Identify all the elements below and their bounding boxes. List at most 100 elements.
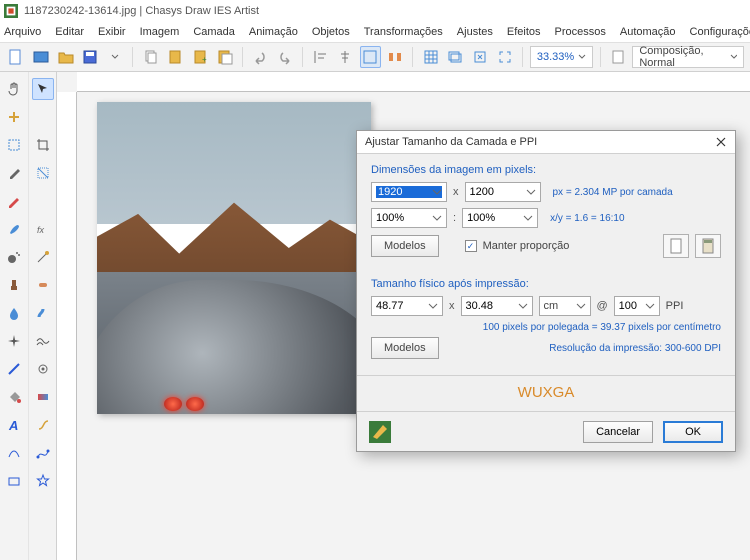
text-icon[interactable]: A	[3, 414, 25, 436]
menu-arquivo[interactable]: Arquivo	[4, 26, 41, 38]
gradient-icon[interactable]	[32, 386, 54, 408]
menu-exibir[interactable]: Exibir	[98, 26, 126, 38]
shape-icon[interactable]	[3, 470, 25, 492]
svg-text:+: +	[202, 55, 207, 64]
heal-icon[interactable]	[32, 274, 54, 296]
paste-layer-icon[interactable]	[214, 46, 235, 68]
wave-icon[interactable]	[32, 330, 54, 352]
keep-proportion-label: Manter proporção	[483, 240, 570, 252]
svg-text:fx: fx	[37, 225, 45, 235]
tool-palette: A fx	[0, 72, 57, 560]
copy-icon[interactable]	[140, 46, 161, 68]
star-icon[interactable]	[32, 470, 54, 492]
paste-new-icon[interactable]: +	[190, 46, 211, 68]
height-px-field[interactable]	[465, 182, 541, 202]
unit-field[interactable]: cm	[539, 296, 591, 316]
fullscreen-icon[interactable]	[494, 46, 515, 68]
smudge-icon[interactable]	[32, 302, 54, 324]
blend-mode-combo[interactable]: Composição, Normal	[632, 46, 744, 68]
cancel-button[interactable]: Cancelar	[583, 421, 653, 443]
ruler-horizontal	[77, 72, 750, 92]
scale-height-field[interactable]	[462, 208, 538, 228]
align-center-icon[interactable]	[335, 46, 356, 68]
undo-icon[interactable]	[250, 46, 271, 68]
menu-animacao[interactable]: Animação	[249, 26, 298, 38]
add-tool-icon[interactable]	[3, 106, 25, 128]
path-icon[interactable]	[3, 442, 25, 464]
lasso-icon[interactable]	[32, 162, 54, 184]
hand-tool-icon[interactable]	[3, 78, 25, 100]
ok-button[interactable]: OK	[663, 421, 723, 443]
menu-processos[interactable]: Processos	[555, 26, 606, 38]
menu-transformacoes[interactable]: Transformações	[364, 26, 443, 38]
layers-icon[interactable]	[445, 46, 466, 68]
dialog-titlebar[interactable]: Ajustar Tamanho da Camada e PPI	[357, 131, 735, 154]
menu-objetos[interactable]: Objetos	[312, 26, 350, 38]
phys-height-field[interactable]	[461, 296, 533, 316]
window-titlebar: 1187230242-13614.jpg | Chasys Draw IES A…	[0, 0, 750, 22]
stamp-icon[interactable]	[3, 274, 25, 296]
menu-imagem[interactable]: Imagem	[140, 26, 180, 38]
fx-icon[interactable]: fx	[32, 218, 54, 240]
pencil-icon[interactable]	[3, 190, 25, 212]
close-icon[interactable]	[715, 136, 727, 148]
menu-camada[interactable]: Camada	[193, 26, 235, 38]
resize-dialog: Ajustar Tamanho da Camada e PPI Dimensõe…	[356, 130, 736, 452]
grid-icon[interactable]	[420, 46, 441, 68]
canvas-image: CCX	[97, 102, 371, 414]
models-button-2[interactable]: Modelos	[371, 337, 439, 359]
portrait-icon[interactable]	[663, 234, 689, 258]
sparkle-icon[interactable]	[3, 330, 25, 352]
new-file-icon[interactable]	[6, 46, 27, 68]
fit-icon[interactable]	[470, 46, 491, 68]
save-icon[interactable]	[80, 46, 101, 68]
open-folder-icon[interactable]	[55, 46, 76, 68]
spray-icon[interactable]	[3, 246, 25, 268]
resolution-hint-1: 100 pixels por polegada = 39.37 pixels p…	[371, 322, 721, 333]
zoom-combo[interactable]: 33.33%	[530, 46, 593, 68]
ratio-hint: x/y = 1.6 = 16:10	[550, 213, 625, 224]
menu-configuracoes[interactable]: Configurações	[690, 26, 750, 38]
align-selected-icon[interactable]	[360, 46, 381, 68]
section-pixel-dimensions: Dimensões da imagem em pixels:	[371, 164, 721, 176]
keep-proportion-checkbox[interactable]: ✓	[465, 240, 477, 252]
redo-icon[interactable]	[275, 46, 296, 68]
ppi-label: PPI	[666, 300, 684, 312]
canvas[interactable]: CCX	[97, 102, 371, 414]
line-icon[interactable]	[3, 358, 25, 380]
move-tool-icon[interactable]	[32, 78, 54, 100]
droplet-icon[interactable]	[3, 302, 25, 324]
bucket-icon[interactable]	[3, 386, 25, 408]
curve-icon[interactable]	[32, 442, 54, 464]
rect-select-icon[interactable]	[3, 134, 25, 156]
menu-editar[interactable]: Editar	[55, 26, 84, 38]
models-button-1[interactable]: Modelos	[371, 235, 439, 257]
wand-fx-icon[interactable]	[32, 246, 54, 268]
ppi-field[interactable]	[614, 296, 660, 316]
script-icon[interactable]	[32, 414, 54, 436]
main-toolbar: + 33.33% Composição, Normal	[0, 42, 750, 72]
scale-width-field[interactable]	[371, 208, 447, 228]
menu-automacao[interactable]: Automação	[620, 26, 676, 38]
megapixel-hint: px = 2.304 MP por camada	[553, 187, 673, 198]
brush-icon[interactable]	[3, 218, 25, 240]
menubar: Arquivo Editar Exibir Imagem Camada Anim…	[0, 22, 750, 42]
save-dropdown-icon[interactable]	[105, 46, 126, 68]
blend-doc-icon[interactable]	[608, 46, 629, 68]
open-window-icon[interactable]	[31, 46, 52, 68]
eyedropper-icon[interactable]	[3, 162, 25, 184]
menu-efeitos[interactable]: Efeitos	[507, 26, 541, 38]
paste-icon[interactable]	[165, 46, 186, 68]
dialog-app-icon	[369, 421, 391, 443]
resolution-hint-2: Resolução da impressão: 300-600 DPI	[549, 343, 721, 354]
align-left-icon[interactable]	[310, 46, 331, 68]
distribute-icon[interactable]	[385, 46, 406, 68]
section-physical-size: Tamanho físico após impressão:	[371, 278, 721, 290]
phys-width-field[interactable]	[371, 296, 443, 316]
calculator-icon[interactable]	[695, 234, 721, 258]
gear-icon[interactable]	[32, 358, 54, 380]
menu-ajustes[interactable]: Ajustes	[457, 26, 493, 38]
crop-icon[interactable]	[32, 134, 54, 156]
width-px-field[interactable]	[371, 182, 447, 202]
window-title: 1187230242-13614.jpg | Chasys Draw IES A…	[24, 5, 259, 17]
